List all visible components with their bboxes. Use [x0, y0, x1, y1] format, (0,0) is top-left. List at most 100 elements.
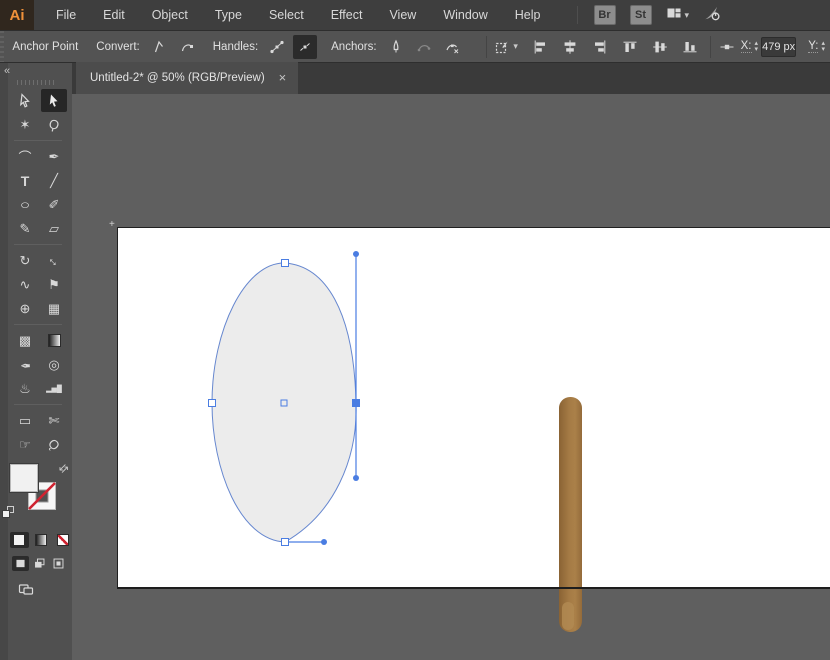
gradient-button[interactable] — [32, 532, 51, 548]
direct-selection-tool[interactable] — [41, 89, 67, 112]
hide-handles-button[interactable] — [293, 35, 317, 59]
type-tool[interactable]: T — [12, 169, 38, 192]
line-segment-tool[interactable]: ╱ — [41, 169, 67, 192]
gradient-tool[interactable] — [41, 329, 67, 352]
default-fill-stroke-icon[interactable] — [2, 506, 14, 518]
panel-grip[interactable] — [0, 31, 4, 62]
color-button[interactable] — [10, 532, 29, 548]
divider — [577, 6, 578, 24]
y-label[interactable]: Y: — [808, 40, 818, 53]
draw-inside-icon[interactable] — [50, 556, 67, 571]
remove-anchor-button[interactable] — [384, 35, 408, 59]
convert-to-smooth-button[interactable] — [175, 35, 199, 59]
zoom-tool[interactable]: Ǫ — [41, 433, 67, 456]
panel-drag-grip[interactable] — [17, 80, 55, 85]
handles-label: Handles: — [213, 41, 258, 53]
draw-normal-icon[interactable] — [12, 556, 29, 571]
rotate-tool[interactable]: ↻ — [12, 249, 38, 272]
perspective-grid-tool[interactable]: ▦ — [41, 297, 67, 320]
divider — [14, 140, 62, 141]
draw-behind-icon[interactable] — [31, 556, 48, 571]
horizontal-align-left-button[interactable] — [528, 35, 552, 59]
chevron-down-icon[interactable]: ▾ — [685, 10, 690, 21]
none-button[interactable] — [53, 532, 72, 548]
selection-tool[interactable] — [12, 89, 38, 112]
illustrator-logo: Ai — [0, 0, 34, 30]
divider — [14, 324, 62, 325]
y-stepper[interactable]: ▴▾ — [821, 41, 825, 53]
vertical-align-center-button[interactable] — [648, 35, 672, 59]
artboard[interactable] — [117, 227, 830, 588]
menu-help[interactable]: Help — [515, 8, 541, 22]
mesh-tool[interactable]: ▩ — [12, 329, 38, 352]
x-stepper[interactable]: ▴▾ — [755, 41, 759, 53]
color-type-buttons — [10, 532, 72, 548]
show-handles-button[interactable] — [265, 35, 289, 59]
eraser-tool[interactable]: ▱ — [41, 217, 67, 240]
canvas-area[interactable]: + — [72, 94, 830, 660]
convert-to-corner-button[interactable] — [147, 35, 171, 59]
stock-button[interactable]: St — [630, 5, 652, 25]
slice-tool[interactable]: ✄ — [41, 409, 67, 432]
workspace-switcher-icon[interactable]: ▾ — [666, 5, 690, 26]
artboard-bottom-edge — [117, 587, 830, 589]
menu-view[interactable]: View — [389, 8, 416, 22]
swap-fill-stroke-icon[interactable]: ⇆ — [56, 461, 72, 477]
divider — [710, 36, 711, 58]
cut-path-button[interactable] — [440, 35, 464, 59]
shape-builder-tool[interactable]: ⊕ — [12, 297, 38, 320]
control-bar-title: Anchor Point — [12, 41, 78, 53]
horizontal-align-right-button[interactable] — [588, 35, 612, 59]
pencil-tool[interactable]: ✎ — [12, 217, 38, 240]
menu-window[interactable]: Window — [443, 8, 487, 22]
lasso-tool[interactable]: Ϙ — [41, 113, 67, 136]
vertical-align-top-button[interactable] — [618, 35, 642, 59]
menu-type[interactable]: Type — [215, 8, 242, 22]
drawing-mode-buttons — [12, 556, 72, 571]
paintbrush-tool[interactable]: ✐ — [41, 193, 67, 216]
control-bar: Anchor Point Convert: Handles: Anchors: … — [0, 30, 830, 62]
menu-edit[interactable]: Edit — [103, 8, 125, 22]
column-graph-tool[interactable]: ▂▅█ — [41, 377, 67, 400]
vertical-align-bottom-button[interactable] — [678, 35, 702, 59]
menu-bar: Ai File Edit Object Type Select Effect View Win… — [0, 0, 830, 30]
anchor-handles-button — [412, 35, 436, 59]
symbol-sprayer-tool[interactable]: ♨ — [12, 377, 38, 400]
ellipse-tool[interactable]: ○ — [12, 193, 38, 216]
artboard-corner-mark: + — [109, 219, 115, 230]
blend-tool[interactable]: ◎ — [41, 353, 67, 376]
convert-label: Convert: — [96, 41, 139, 53]
menu-effect[interactable]: Effect — [331, 8, 363, 22]
hand-tool[interactable]: ☞ — [12, 433, 38, 456]
stick-tip-highlight — [562, 602, 574, 630]
scale-tool[interactable]: ↔ — [41, 249, 67, 272]
document-tab[interactable]: Untitled-2* @ 50% (RGB/Preview) × — [76, 62, 298, 94]
collapse-panel-button[interactable]: « — [0, 63, 72, 77]
menu-file[interactable]: File — [56, 8, 76, 22]
divider — [14, 404, 62, 405]
tools-panel: « ✶Ϙ⌒✒T╱○✐✎▱↻↔∿⚑⊕▦▩✒◎♨▂▅█▭✄☞Ǫ ⇆ — [0, 62, 72, 660]
fill-stroke-controls: ⇆ — [0, 464, 72, 530]
anchor-point-display-icon[interactable] — [719, 35, 735, 59]
x-input[interactable]: 479 px — [761, 37, 796, 57]
horizontal-align-center-button[interactable] — [558, 35, 582, 59]
eyedropper-tool[interactable]: ✒ — [12, 353, 38, 376]
divider — [14, 244, 62, 245]
menu-select[interactable]: Select — [269, 8, 304, 22]
document-tab-title: Untitled-2* @ 50% (RGB/Preview) — [90, 72, 265, 84]
stick-shape[interactable] — [559, 397, 582, 632]
change-screen-mode-icon[interactable] — [18, 581, 72, 602]
pen-tool[interactable]: ✒ — [41, 145, 67, 168]
curvature-tool[interactable]: ⌒ — [12, 145, 38, 168]
artboard-tool[interactable]: ▭ — [12, 409, 38, 432]
fill-swatch[interactable] — [10, 464, 38, 492]
magic-wand-tool[interactable]: ✶ — [12, 113, 38, 136]
width-tool[interactable]: ∿ — [12, 273, 38, 296]
select-similar-button[interactable]: ▾ — [494, 35, 518, 59]
bridge-button[interactable]: Br — [594, 5, 616, 25]
x-label[interactable]: X: — [741, 40, 752, 53]
menu-object[interactable]: Object — [152, 8, 188, 22]
close-tab-icon[interactable]: × — [279, 73, 287, 83]
puppet-warp-tool[interactable]: ⚑ — [41, 273, 67, 296]
gpu-performance-icon[interactable] — [703, 4, 721, 27]
